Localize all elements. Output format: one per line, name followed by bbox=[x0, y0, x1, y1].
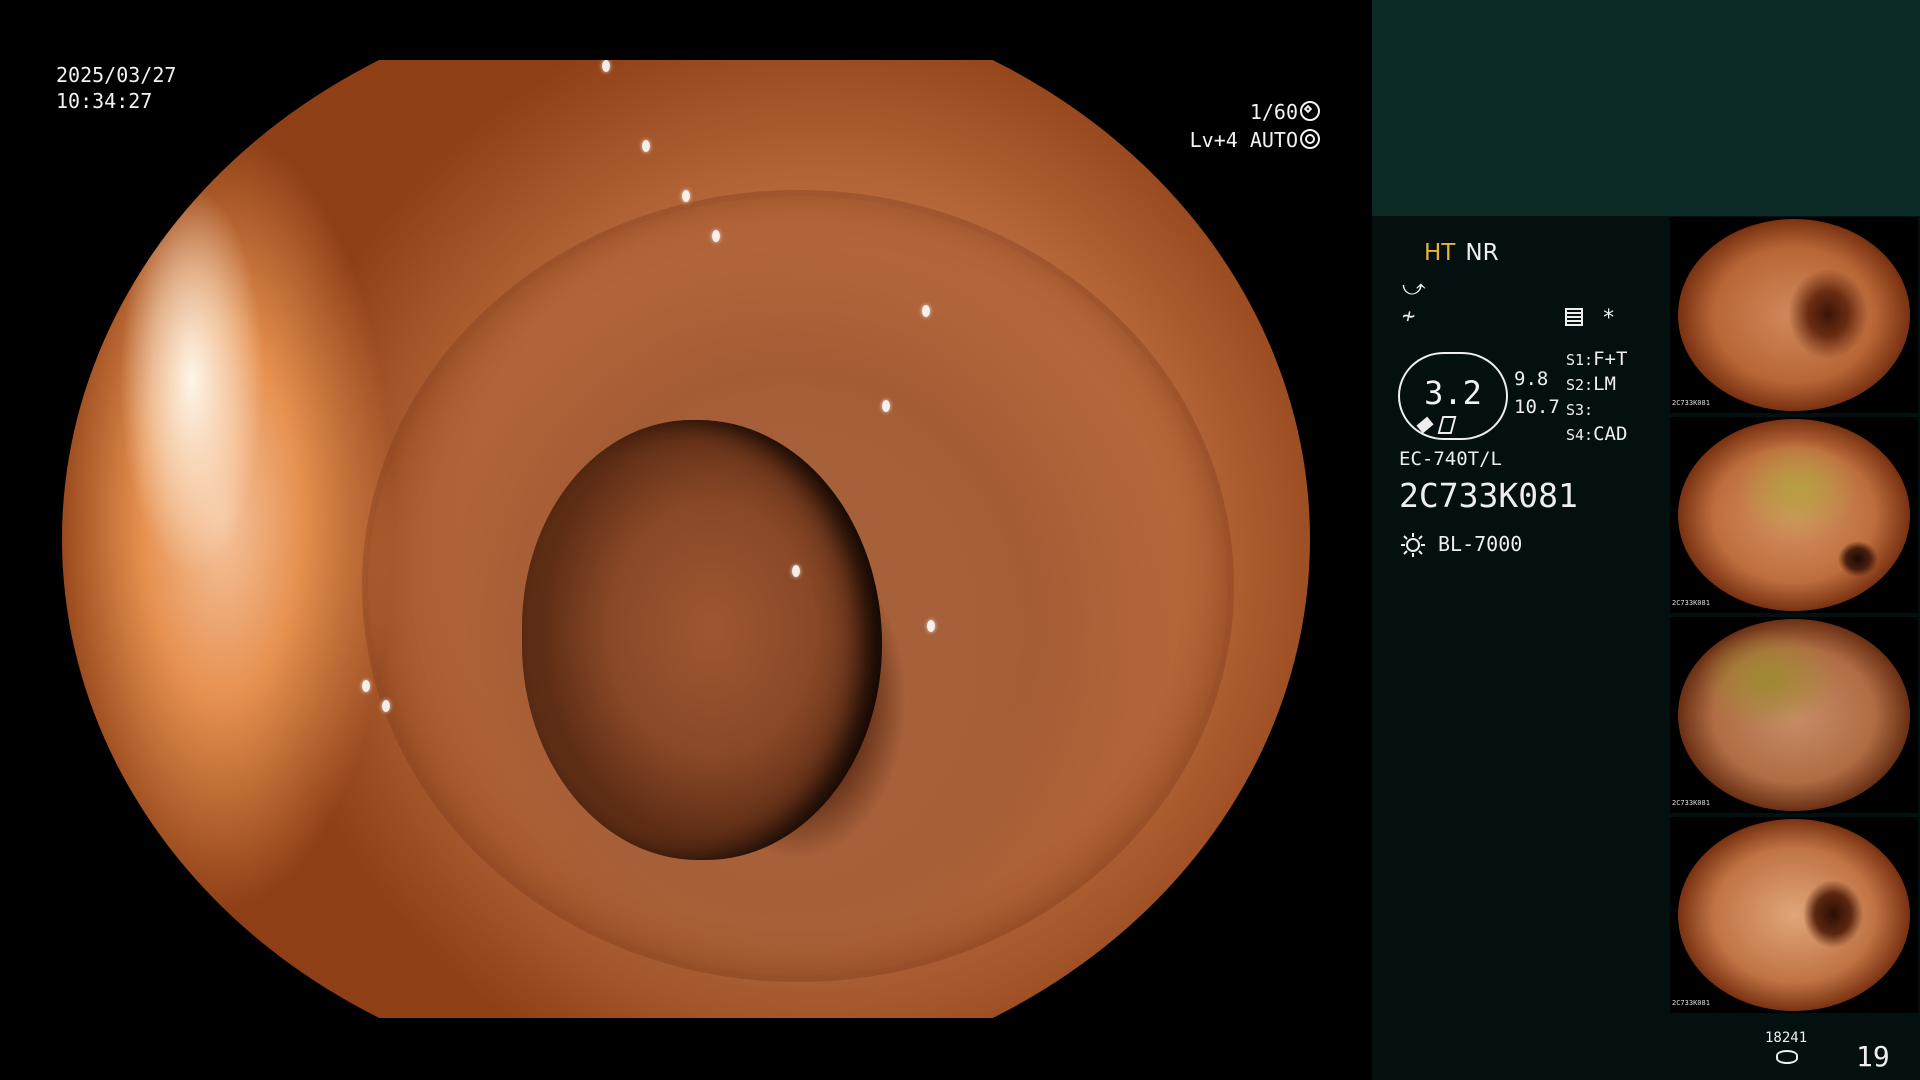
reflection-speck bbox=[792, 565, 800, 577]
gauge-value: 3.2 bbox=[1424, 374, 1482, 412]
switch-value: CAD bbox=[1593, 423, 1628, 445]
captured-thumbnail[interactable]: 2C733K081 bbox=[1670, 617, 1918, 813]
auto-exposure-icon bbox=[1300, 129, 1320, 149]
light-source-label: BL-7000 bbox=[1438, 532, 1523, 556]
reflection-speck bbox=[602, 60, 610, 72]
reflection-speck bbox=[642, 140, 650, 152]
lumen bbox=[522, 420, 882, 860]
aperture-icon bbox=[1300, 101, 1320, 121]
thumbnail-image bbox=[1678, 819, 1910, 1011]
nr-indicator: NR bbox=[1465, 240, 1499, 266]
reflection-speck bbox=[927, 620, 935, 632]
thumbnail-caption: 2C733K081 bbox=[1672, 599, 1710, 607]
switch-key: S3: bbox=[1566, 401, 1594, 419]
star-indicator: * bbox=[1602, 306, 1616, 331]
endoscopic-image bbox=[62, 60, 1310, 1018]
reflection-speck bbox=[682, 190, 690, 202]
reflection-speck bbox=[382, 700, 390, 712]
ht-indicator: HT bbox=[1424, 240, 1456, 266]
structure-enhance-icon: ⤻ bbox=[1402, 276, 1426, 301]
time-label: 10:34:27 bbox=[56, 89, 153, 113]
thumbnail-caption: 2C733K081 bbox=[1672, 399, 1710, 407]
date-label: 2025/03/27 bbox=[56, 63, 177, 87]
contrast-icon: ≁ bbox=[1402, 304, 1416, 329]
switch-s4: S4:CAD bbox=[1566, 423, 1627, 445]
shutter-speed: 1/60 bbox=[1249, 100, 1298, 124]
sub-value: 9.8 bbox=[1514, 368, 1549, 390]
magnification-gauge: 3.2 bbox=[1398, 352, 1508, 440]
side-panel: HT NR ⤻ ≁ * 3.2 9.8 10.7 S1:F+T S2:LM S3:… bbox=[1372, 0, 1920, 1080]
switch-s2: S2:LM bbox=[1566, 373, 1616, 395]
reflection-speck bbox=[362, 680, 370, 692]
reflection-speck bbox=[712, 230, 720, 242]
panel-header-strip bbox=[1372, 0, 1920, 216]
thumbnail-image bbox=[1678, 219, 1910, 411]
switch-key: S2: bbox=[1566, 376, 1594, 394]
switch-key: S4: bbox=[1566, 426, 1594, 444]
storage-counter: 18241 bbox=[1765, 1030, 1808, 1046]
image-count: 19 bbox=[1856, 1040, 1890, 1073]
reflection-speck bbox=[882, 400, 890, 412]
level-mode: Lv+4 AUTO bbox=[1189, 128, 1298, 152]
thumbnail-caption: 2C733K081 bbox=[1672, 999, 1710, 1007]
light-source-icon bbox=[1401, 533, 1425, 557]
scope-model: EC-740T/L bbox=[1399, 448, 1502, 470]
thumbnail-image bbox=[1678, 419, 1910, 611]
switch-s3: S3: bbox=[1566, 398, 1593, 420]
frame-icon bbox=[1437, 416, 1457, 434]
thumbnail-image bbox=[1678, 619, 1910, 811]
exposure-info: 1/60 Lv+4 AUTO bbox=[1180, 98, 1320, 154]
scope-serial: 2C733K081 bbox=[1399, 476, 1578, 515]
captured-thumbnail[interactable]: 2C733K081 bbox=[1670, 417, 1918, 613]
date-time: 2025/03/27 10:34:27 bbox=[56, 62, 176, 114]
reflection-speck bbox=[922, 305, 930, 317]
captured-thumbnail[interactable]: 2C733K081 bbox=[1670, 817, 1918, 1013]
switch-s1: S1:F+T bbox=[1566, 348, 1627, 370]
switch-value: F+T bbox=[1593, 348, 1628, 370]
pen-icon bbox=[1416, 416, 1434, 434]
light-glare bbox=[92, 120, 292, 640]
endoscope-main-view: 2025/03/27 10:34:27 1/60 Lv+4 AUTO bbox=[0, 0, 1372, 1080]
menu-icon bbox=[1565, 308, 1583, 326]
switch-value: LM bbox=[1593, 373, 1616, 395]
captured-thumbnail[interactable]: 2C733K081 bbox=[1670, 217, 1918, 413]
switch-key: S1: bbox=[1566, 351, 1594, 369]
thumbnail-caption: 2C733K081 bbox=[1672, 799, 1710, 807]
sub-value: 10.7 bbox=[1514, 396, 1560, 418]
mode-indicators: HT NR bbox=[1424, 240, 1499, 266]
storage-icon bbox=[1776, 1050, 1798, 1064]
